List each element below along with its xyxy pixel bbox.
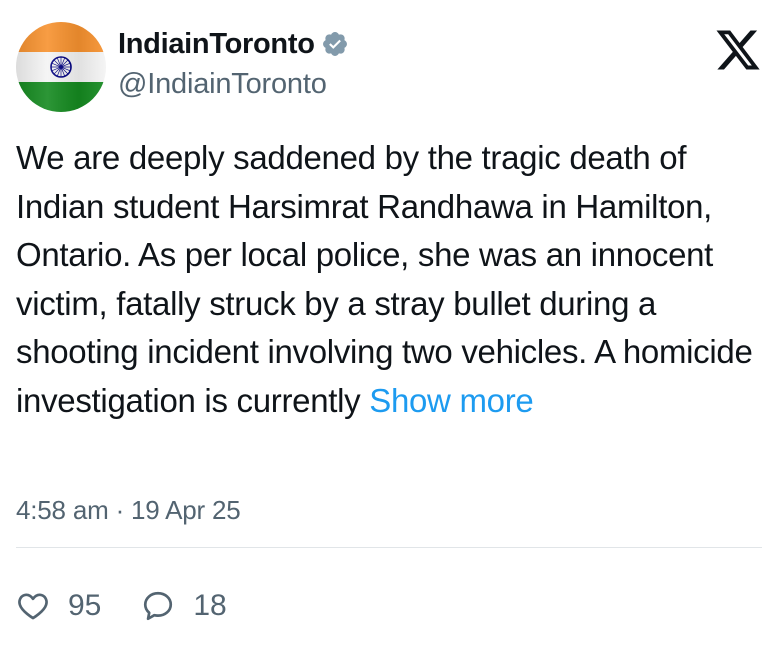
tweet-timestamp[interactable]: 4:58 am · 19 Apr 25 [16, 490, 241, 530]
reply-button[interactable]: 18 [141, 584, 227, 628]
name-row: IndiainToronto [118, 24, 349, 64]
show-more-link[interactable]: Show more [369, 382, 534, 419]
like-count: 95 [68, 589, 102, 622]
heart-icon [16, 589, 50, 623]
x-logo-icon[interactable] [714, 26, 762, 74]
author-info: IndiainToronto @IndiainToronto [118, 24, 349, 104]
india-flag-avatar-icon [16, 22, 106, 112]
reply-bubble-icon [141, 589, 175, 623]
author-display-name[interactable]: IndiainToronto [118, 24, 315, 64]
tweet-body: We are deeply saddened by the tragic dea… [16, 134, 766, 426]
tweet-card: IndiainToronto @IndiainToronto We are de… [0, 0, 776, 648]
author-avatar[interactable] [16, 22, 106, 112]
divider [16, 547, 762, 548]
reply-count: 18 [193, 589, 227, 622]
tweet-text: We are deeply saddened by the tragic dea… [16, 139, 753, 419]
verified-badge-icon[interactable] [321, 30, 349, 58]
like-button[interactable]: 95 [16, 584, 101, 628]
author-handle[interactable]: @IndiainToronto [118, 64, 349, 104]
action-bar: 95 18 [16, 584, 227, 628]
